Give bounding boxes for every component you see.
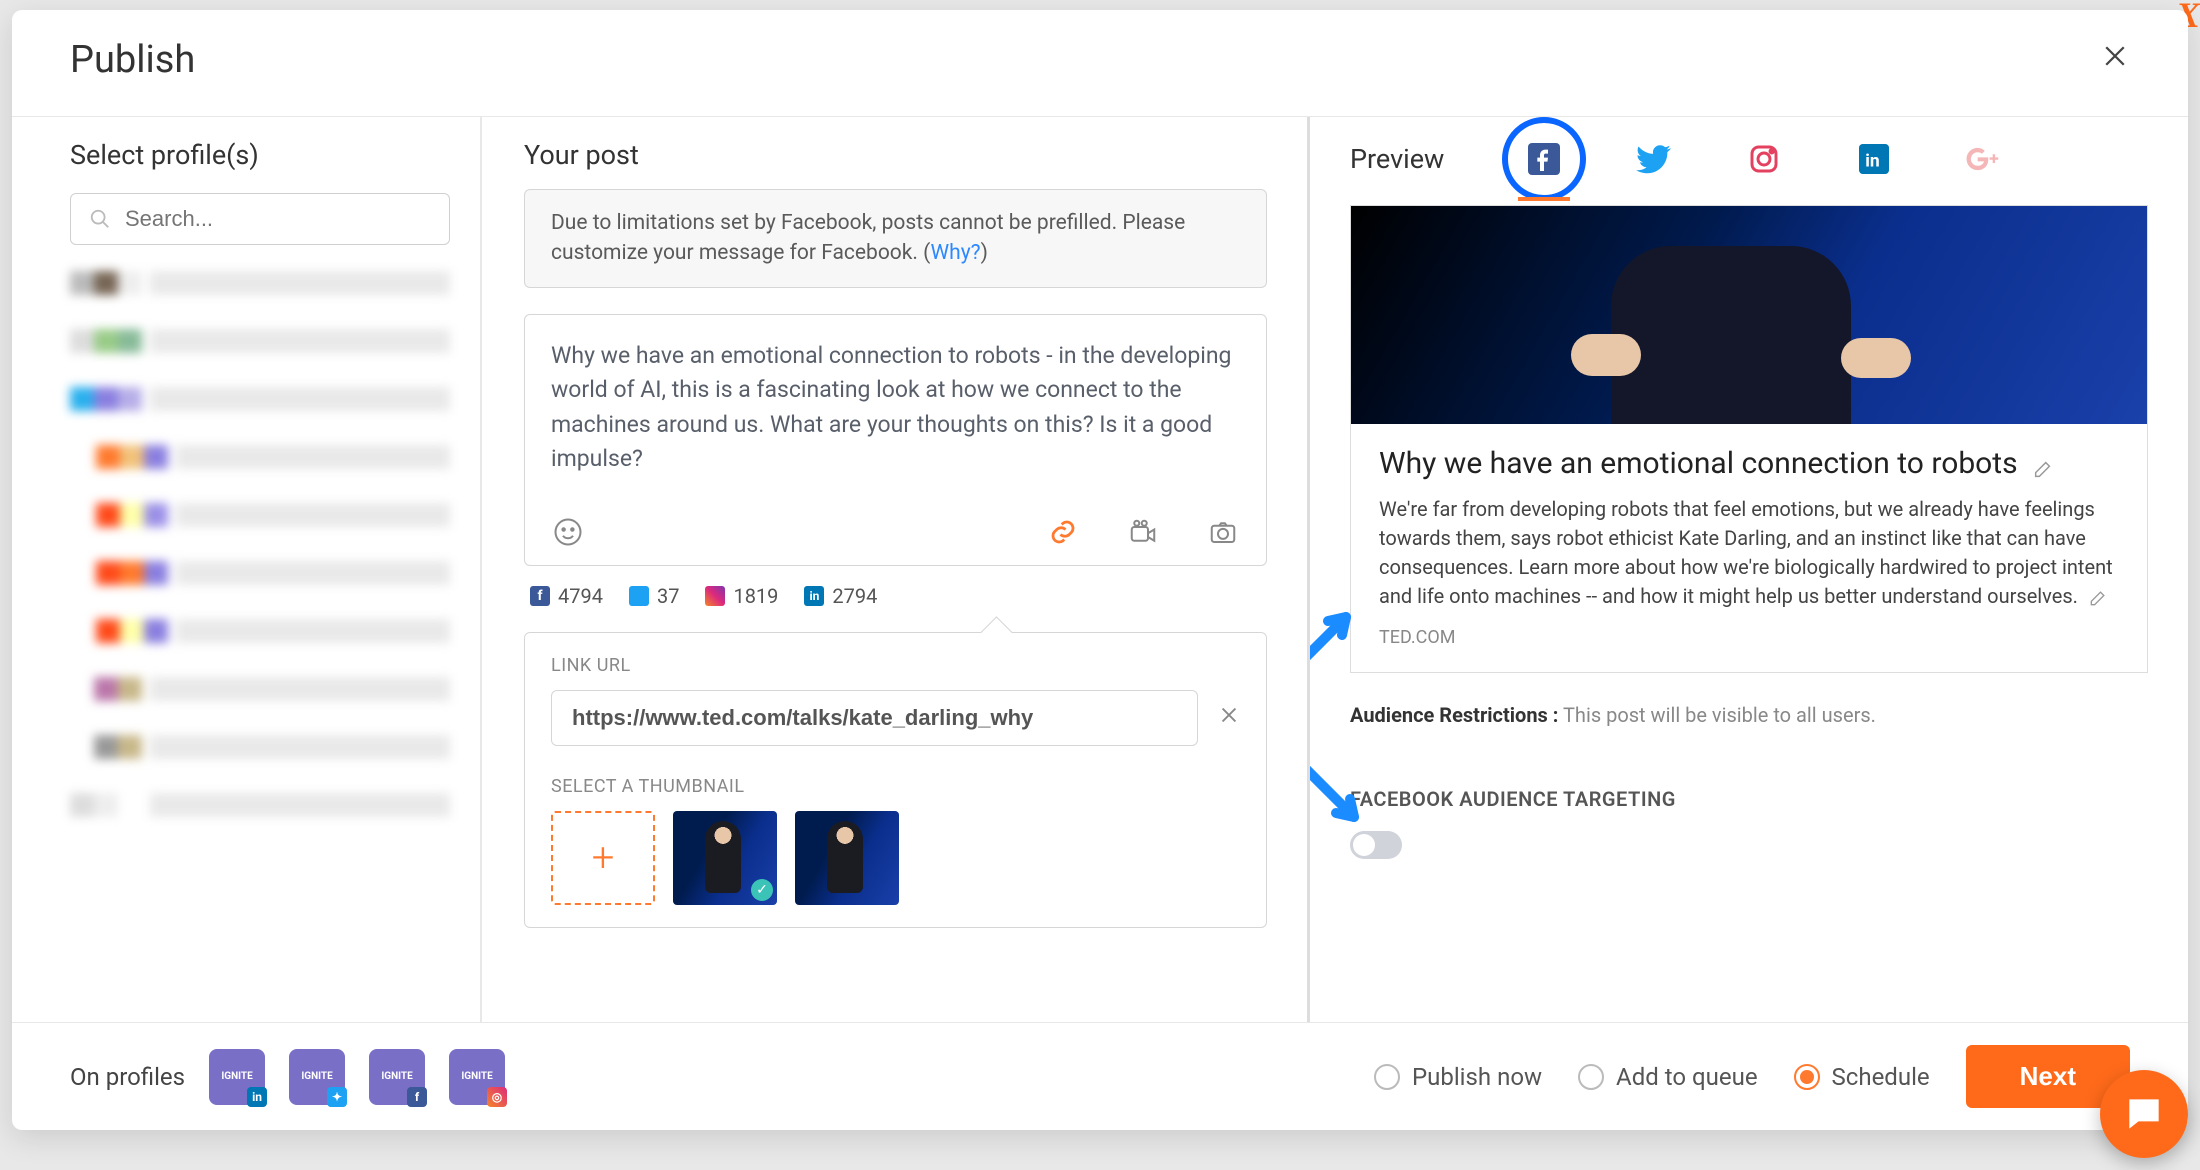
chat-launcher[interactable] [2100,1070,2188,1158]
video-icon[interactable] [1126,515,1160,549]
notice-text: Due to limitations set by Facebook, post… [551,211,1185,265]
link-url-input[interactable] [551,690,1198,746]
annotation-arrow-icon [1310,757,1374,841]
post-composer: Why we have an emotional connection to r… [524,314,1267,566]
thumbnail-label: SELECT A THUMBNAIL [551,776,1240,797]
preview-column: Preview in Why we have an emotional conn… [1310,117,2188,1022]
camera-icon[interactable] [1206,515,1240,549]
profile-item[interactable] [96,503,450,527]
preview-description-row: We're far from developing robots that fe… [1379,495,2119,611]
close-button[interactable] [2100,40,2130,80]
link-box: LINK URL SELECT A THUMBNAIL + [524,632,1267,928]
preview-title: Why we have an emotional connection to r… [1379,446,2018,481]
option-add-to-queue[interactable]: Add to queue [1578,1063,1758,1091]
modal-body: Select profile(s) Your post [12,117,2188,1022]
tab-facebook[interactable] [1524,139,1564,179]
profile-item[interactable] [96,619,450,643]
profile-item[interactable] [70,793,450,817]
thumbnail-option[interactable] [673,811,777,905]
profile-list [70,271,450,821]
option-schedule[interactable]: Schedule [1794,1063,1930,1091]
preview-image [1351,206,2147,424]
edit-desc-icon[interactable] [2088,587,2110,609]
footer-left: On profiles IGNITEin IGNITE✦ IGNITEf IGN… [70,1049,505,1105]
tab-instagram[interactable] [1744,139,1784,179]
tab-linkedin[interactable]: in [1854,139,1894,179]
char-counts: f4794 37 1819 in2794 [530,584,1267,608]
profiles-column: Select profile(s) [12,117,482,1022]
preview-card: Why we have an emotional connection to r… [1350,205,2148,673]
thumbnail-option[interactable] [795,811,899,905]
post-textarea[interactable]: Why we have an emotional connection to r… [551,339,1240,479]
compose-heading: Your post [524,139,1267,171]
profile-item[interactable] [70,387,450,411]
modal-header: Publish [12,10,2188,117]
profile-item[interactable] [70,329,450,353]
profile-item[interactable] [96,445,450,469]
annotation-arrow-icon [1310,597,1366,681]
count-instagram: 1819 [705,584,778,608]
profile-search[interactable] [70,193,450,245]
profile-badge[interactable]: IGNITEin [209,1049,265,1105]
modal-footer: On profiles IGNITEin IGNITE✦ IGNITEf IGN… [12,1022,2188,1130]
compose-column: Your post Due to limitations set by Face… [482,117,1310,1022]
audience-value: This post will be visible to all users. [1563,703,1876,727]
targeting-heading: FACEBOOK AUDIENCE TARGETING [1350,787,2148,811]
footer-right: Publish now Add to queue Schedule Next [1374,1045,2130,1108]
publish-modal: Publish Select profile(s) [12,10,2188,1130]
composer-toolbar [551,515,1240,549]
profile-item[interactable] [70,677,450,701]
count-twitter: 37 [629,584,679,608]
profile-badge[interactable]: IGNITE◎ [449,1049,505,1105]
audience-label: Audience Restrictions : [1350,703,1558,727]
notice-why-link[interactable]: Why? [931,241,981,265]
option-publish-now[interactable]: Publish now [1374,1063,1542,1091]
preview-domain: TED.COM [1379,627,2119,648]
add-thumbnail-button[interactable]: + [551,811,655,905]
preview-description: We're far from developing robots that fe… [1379,497,2113,608]
page-title: Publish [70,38,195,82]
profile-item[interactable] [70,271,450,295]
profile-item[interactable] [96,561,450,585]
count-linkedin: in2794 [804,584,877,608]
preview-heading: Preview [1350,143,1444,175]
tab-twitter[interactable] [1634,139,1674,179]
facebook-notice: Due to limitations set by Facebook, post… [524,189,1267,288]
profile-item[interactable] [70,735,450,759]
notice-close: ) [981,241,988,265]
link-icon[interactable] [1046,515,1080,549]
edit-title-icon[interactable] [2032,453,2054,475]
profiles-heading: Select profile(s) [70,139,450,171]
tab-googleplus[interactable] [1964,139,2004,179]
clear-url-button[interactable] [1218,703,1240,733]
profile-badge[interactable]: IGNITE✦ [289,1049,345,1105]
svg-text:in: in [1866,152,1880,172]
audience-restriction: Audience Restrictions : This post will b… [1350,703,2148,727]
preview-title-row: Why we have an emotional connection to r… [1379,446,2119,481]
profile-badge[interactable]: IGNITEf [369,1049,425,1105]
link-url-label: LINK URL [551,655,1240,676]
thumbnail-row: + [551,811,1240,905]
profile-search-input[interactable] [125,206,431,232]
preview-tabs: Preview in [1350,139,2148,179]
on-profiles-label: On profiles [70,1063,185,1091]
count-facebook: f4794 [530,584,603,608]
emoji-icon[interactable] [551,515,585,549]
